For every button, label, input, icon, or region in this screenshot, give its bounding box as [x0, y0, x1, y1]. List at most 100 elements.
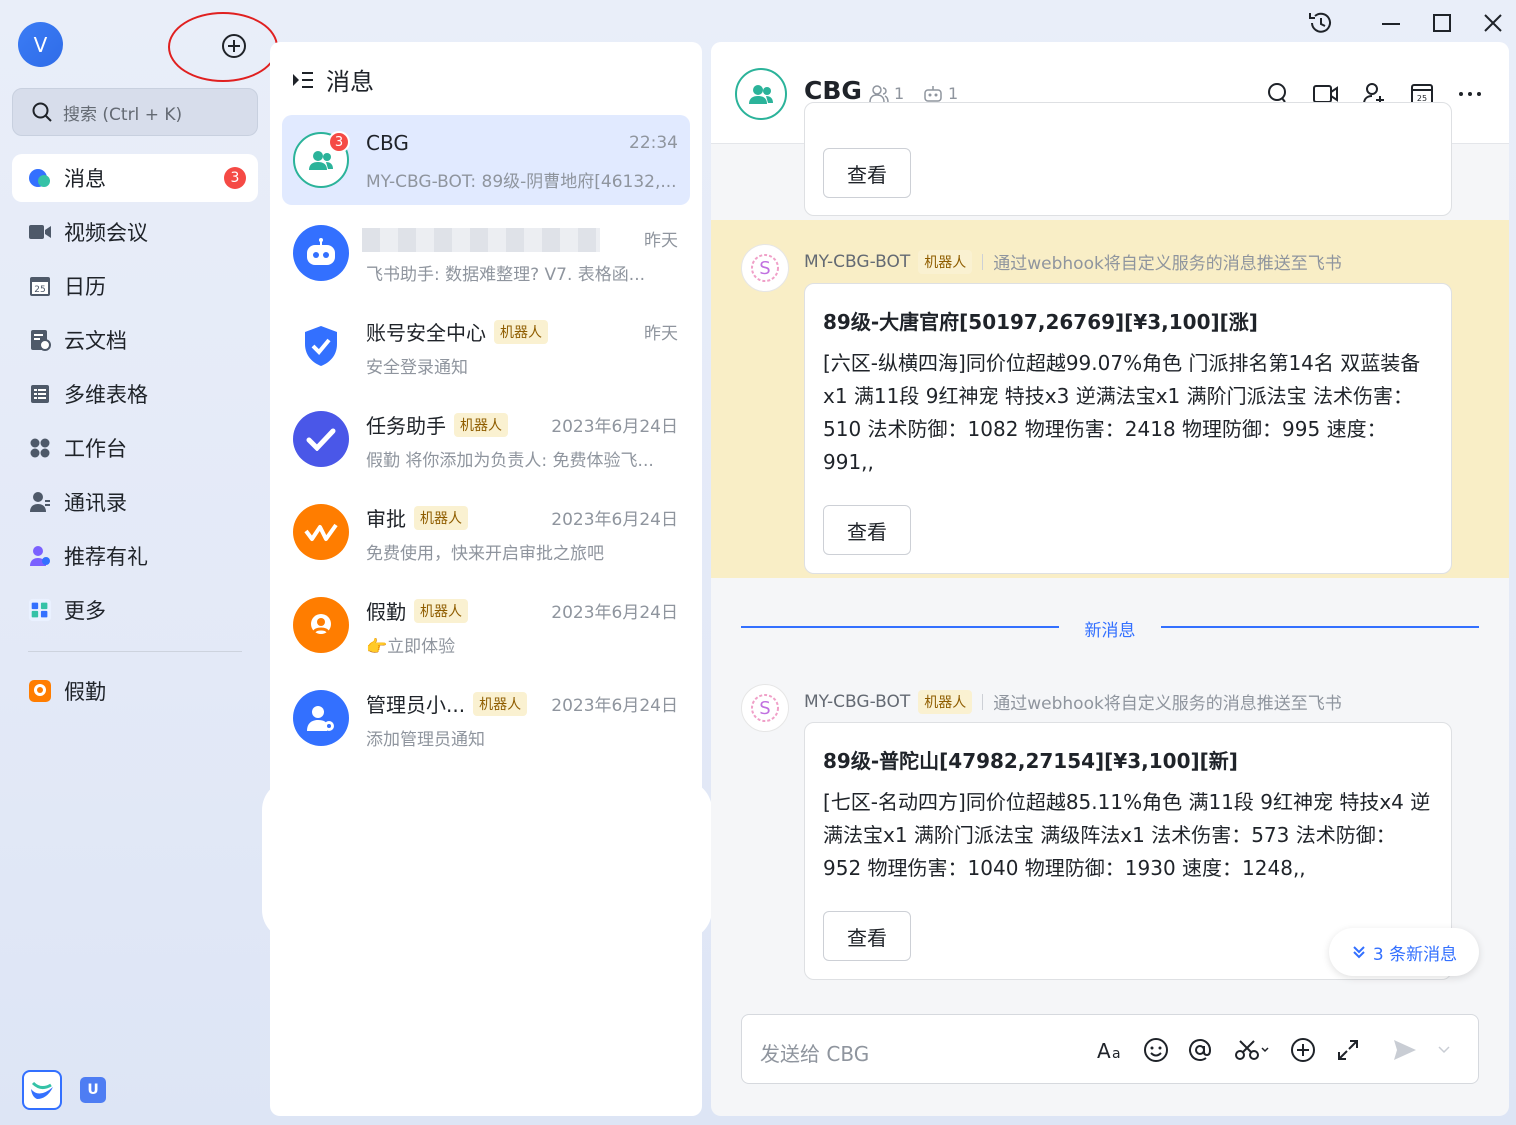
bot-tag: 机器人 — [473, 691, 528, 716]
sidebar-item-label: 通讯录 — [64, 491, 127, 515]
screenshot-icon[interactable] — [1232, 1035, 1272, 1065]
send-icon[interactable] — [1390, 1035, 1420, 1065]
sidebar-item-video-meeting[interactable]: 视频会议 — [12, 208, 258, 256]
sender-description: 通过webhook将自定义服务的消息推送至飞书 — [993, 694, 1342, 714]
sidebar-item-docs[interactable]: 云文档 — [12, 316, 258, 364]
sidebar-item-more[interactable]: 更多 — [12, 586, 258, 634]
chat-item-approval[interactable]: 审批 机器人 2023年6月24日 免费使用，快来开启审批之旅吧 — [282, 487, 690, 577]
attendance-icon — [293, 597, 349, 653]
referral-icon — [28, 544, 52, 568]
sender-name[interactable]: MY-CBG-BOT — [804, 252, 910, 272]
message-card-partial: 查看 — [804, 102, 1452, 216]
bot-icon — [924, 85, 942, 102]
group-avatar[interactable] — [735, 68, 787, 120]
sidebar-item-label: 工作台 — [64, 437, 127, 461]
workplace-icon — [28, 436, 52, 460]
bot-tag: 机器人 — [494, 319, 548, 344]
user-avatar[interactable]: V — [18, 22, 63, 67]
sidebar-item-referral[interactable]: 推荐有礼 — [12, 532, 258, 580]
chat-time: 2023年6月24日 — [551, 417, 678, 437]
svg-text:A: A — [1097, 1039, 1111, 1061]
sidebar-item-calendar[interactable]: 25 日历 — [12, 262, 258, 310]
sidebar-item-base[interactable]: 多维表格 — [12, 370, 258, 418]
bot-count[interactable]: 1 — [923, 84, 958, 103]
chat-item-task[interactable]: 任务助手 机器人 2023年6月24日 假勤 将你添加为负责人: 免费体验飞... — [282, 394, 690, 484]
sidebar-item-contacts[interactable]: 通讯录 — [12, 478, 258, 526]
collapse-list-icon[interactable] — [292, 71, 314, 89]
chat-list-header: 消息 — [292, 62, 374, 97]
chat-name: 账号安全中心 机器人 — [366, 317, 548, 346]
minimize-icon[interactable] — [1376, 8, 1406, 38]
chat-time: 2023年6月24日 — [551, 603, 678, 623]
svg-text:25: 25 — [34, 285, 45, 295]
sender-name[interactable]: MY-CBG-BOT — [804, 692, 910, 712]
emoji-icon[interactable] — [1141, 1035, 1171, 1065]
chat-name: 管理员小... 机器人 — [366, 689, 528, 718]
message-icon — [28, 166, 52, 190]
chat-item-assistant[interactable]: 昨天 飞书助手: 数据难整理? V7. 表格函... — [282, 208, 690, 298]
more-apps-icon — [28, 598, 52, 622]
text-format-icon[interactable]: Aa — [1096, 1035, 1126, 1065]
new-messages-pill[interactable]: 3 条新消息 — [1329, 928, 1479, 976]
chat-time: 昨天 — [644, 324, 678, 344]
message-sender: MY-CBG-BOT 机器人 通过webhook将自定义服务的消息推送至飞书 — [804, 249, 1342, 274]
search-box[interactable]: 搜索 (Ctrl + K) — [12, 88, 258, 136]
view-button[interactable]: 查看 — [823, 148, 911, 198]
bot-tag: 机器人 — [918, 249, 973, 274]
sidebar-item-label: 消息 — [64, 167, 106, 191]
bot-tag: 机器人 — [918, 689, 973, 714]
sidebar-divider — [28, 651, 242, 652]
chat-time: 2023年6月24日 — [551, 696, 678, 716]
chat-name: 假勤 机器人 — [366, 596, 468, 625]
chat-time: 2023年6月24日 — [551, 510, 678, 530]
chat-item-security[interactable]: 账号安全中心 机器人 昨天 安全登录通知 — [282, 301, 690, 391]
message-card: 89级-大唐官府[50197,26769][¥3,100][涨] [六区-纵横四… — [804, 283, 1452, 574]
bot-avatar — [293, 225, 349, 281]
svg-text:S: S — [759, 698, 770, 719]
bot-avatar[interactable]: S — [741, 244, 789, 292]
attendance-icon — [28, 679, 52, 703]
unread-badge: 3 — [224, 167, 246, 189]
docs-icon — [28, 328, 52, 352]
plus-icon[interactable] — [1288, 1035, 1318, 1065]
member-count[interactable]: 1 — [869, 84, 904, 103]
message-input[interactable]: 发送给 CBG Aa — [741, 1014, 1479, 1084]
svg-text:S: S — [759, 258, 770, 279]
chevron-down-icon[interactable] — [1434, 1035, 1454, 1065]
new-message-divider — [1161, 626, 1479, 628]
chat-item-cbg[interactable]: 3 CBG 22:34 MY-CBG-BOT: 89级-阴曹地府[46132,.… — [282, 115, 690, 205]
view-button[interactable]: 查看 — [823, 911, 911, 961]
video-icon — [28, 220, 52, 244]
divider — [982, 693, 984, 710]
approval-icon — [293, 504, 349, 560]
sidebar-item-workplace[interactable]: 工作台 — [12, 424, 258, 472]
mention-icon[interactable] — [1185, 1035, 1215, 1065]
chat-item-attendance[interactable]: 假勤 机器人 2023年6月24日 👉立即体验 — [282, 580, 690, 670]
add-icon[interactable] — [220, 32, 248, 60]
contacts-icon — [28, 490, 52, 514]
more-icon[interactable] — [1456, 80, 1484, 108]
chat-time: 昨天 — [644, 231, 678, 251]
bot-tag: 机器人 — [414, 598, 468, 623]
feishu-logo-icon[interactable] — [22, 1070, 62, 1110]
task-icon — [293, 411, 349, 467]
shield-icon — [293, 318, 349, 374]
double-chevron-down-icon — [1353, 946, 1365, 959]
expand-icon[interactable] — [1333, 1035, 1363, 1065]
bot-avatar[interactable]: S — [741, 684, 789, 732]
view-button[interactable]: 查看 — [823, 505, 911, 555]
chat-item-admin[interactable]: 管理员小... 机器人 2023年6月24日 添加管理员通知 — [282, 673, 690, 763]
history-icon[interactable] — [1306, 8, 1336, 38]
sidebar-item-messages[interactable]: 消息 3 — [12, 154, 258, 202]
new-message-label: 新消息 — [1084, 621, 1136, 641]
close-icon[interactable] — [1478, 8, 1508, 38]
chat-preview: 👉立即体验 — [366, 637, 456, 657]
search-placeholder: 搜索 (Ctrl + K) — [63, 104, 183, 125]
maximize-icon[interactable] — [1427, 8, 1457, 38]
bot-tag: 机器人 — [414, 505, 468, 530]
admin-icon — [293, 690, 349, 746]
divider — [982, 253, 984, 270]
sidebar-item-attendance[interactable]: 假勤 — [12, 667, 258, 715]
chat-preview: 飞书助手: 数据难整理? V7. 表格函... — [366, 265, 646, 285]
app-shortcut-icon[interactable]: U — [80, 1077, 106, 1103]
